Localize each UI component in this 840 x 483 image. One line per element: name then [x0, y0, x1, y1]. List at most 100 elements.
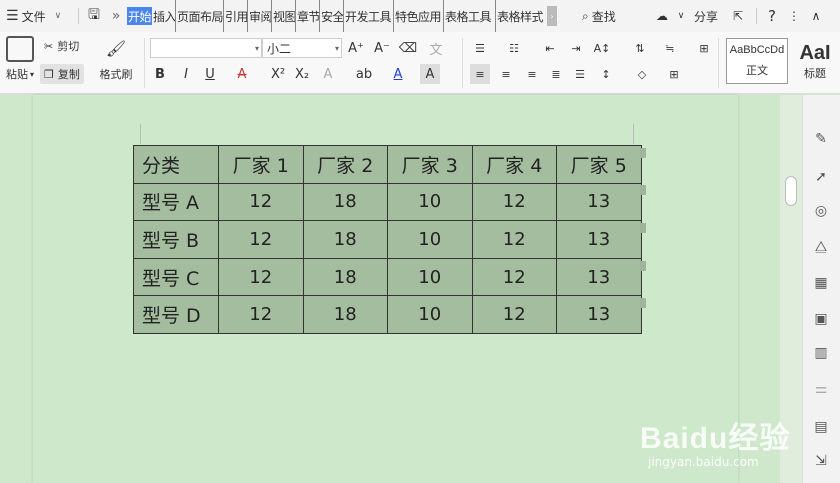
file-menu[interactable]: ☰ 文件 ∨: [0, 0, 74, 32]
line-spacing-icon[interactable]: ↕: [596, 64, 616, 84]
table-cell[interactable]: 型号 A: [133, 182, 219, 222]
table-cell[interactable]: 12: [218, 295, 304, 334]
table-cell[interactable]: 12: [218, 220, 304, 259]
table-cell[interactable]: 13: [556, 220, 642, 259]
font-color-icon[interactable]: A: [388, 64, 408, 84]
strikethrough-icon[interactable]: A: [232, 64, 252, 84]
table-insert-icon[interactable]: ⊞: [694, 38, 714, 58]
more-options-icon[interactable]: ⋮: [783, 0, 805, 32]
export-icon[interactable]: ⇱: [724, 0, 752, 32]
paste-icon[interactable]: [6, 36, 34, 62]
table-cell[interactable]: 型号 C: [133, 257, 219, 297]
table-cell[interactable]: 18: [302, 295, 388, 334]
search-button[interactable]: ⌕ 查找: [582, 0, 616, 32]
table-cell[interactable]: 型号 B: [133, 220, 219, 259]
table-cell[interactable]: 型号 D: [133, 295, 219, 334]
table-cell[interactable]: 13: [556, 295, 642, 334]
table-cell[interactable]: 12: [218, 257, 304, 297]
table-cell[interactable]: 厂家 1: [218, 145, 304, 184]
subscript-icon[interactable]: X₂: [292, 64, 312, 84]
format-painter-icon[interactable]: 🖌: [104, 36, 128, 60]
tab-developer[interactable]: 开发工具: [344, 0, 395, 32]
table-cell[interactable]: 13: [556, 257, 642, 297]
phonetic-guide-icon[interactable]: 文: [426, 38, 446, 58]
tab-table-tools[interactable]: 表格工具: [444, 0, 497, 32]
tab-home[interactable]: 开始: [127, 7, 153, 25]
table-cell[interactable]: 18: [302, 220, 388, 259]
bold-icon[interactable]: B: [150, 64, 170, 84]
chevron-down-icon[interactable]: ∨: [674, 0, 688, 32]
font-name-select[interactable]: ▾: [150, 38, 262, 58]
paste-button[interactable]: 粘贴 ▾: [0, 66, 40, 82]
table-cell[interactable]: 12: [471, 220, 557, 259]
cloud-sync-icon[interactable]: ☁: [650, 0, 674, 32]
copy-button[interactable]: ❐ 复制: [40, 64, 84, 84]
clear-format-icon[interactable]: ⌫: [398, 38, 418, 58]
collapse-ribbon-icon[interactable]: ∧: [805, 0, 827, 32]
save-icon[interactable]: 🖫: [83, 0, 105, 32]
share-button[interactable]: 分享: [688, 0, 724, 32]
align-left-icon[interactable]: ≡: [470, 64, 490, 84]
justify-icon[interactable]: ≣: [546, 64, 566, 84]
shading-icon[interactable]: ◇: [632, 64, 652, 84]
format-painter-button[interactable]: 格式刷: [96, 66, 136, 82]
table-cell[interactable]: 13: [556, 182, 642, 222]
grow-font-icon[interactable]: A⁺: [346, 38, 366, 58]
table-cell[interactable]: 10: [387, 182, 473, 222]
borders-icon[interactable]: ⊞: [664, 64, 684, 84]
table-cell[interactable]: 厂家 5: [556, 145, 642, 184]
sort-icon[interactable]: ⇅: [630, 38, 650, 58]
table-cell[interactable]: 厂家 2: [302, 145, 388, 184]
table-cell[interactable]: 10: [387, 257, 473, 297]
grid-apps-icon[interactable]: ▣: [810, 308, 832, 330]
cut-button[interactable]: ✂ 剪切: [44, 38, 79, 54]
align-right-icon[interactable]: ≡: [522, 64, 542, 84]
sliders-icon[interactable]: ⚌: [810, 378, 832, 400]
table-cell[interactable]: 12: [218, 182, 304, 222]
tab-review[interactable]: 审阅: [248, 0, 273, 32]
text-direction-icon[interactable]: A↕: [592, 38, 612, 58]
line-spacing-toggle-icon[interactable]: ≒: [660, 38, 680, 58]
text-effect-icon[interactable]: A: [318, 64, 338, 84]
table-cell[interactable]: 12: [471, 182, 557, 222]
superscript-icon[interactable]: X²: [268, 64, 288, 84]
numbered-list-icon[interactable]: ☷: [504, 38, 524, 58]
tab-chapter[interactable]: 章节: [296, 0, 321, 32]
shrink-font-icon[interactable]: A⁻: [372, 38, 392, 58]
table-cell[interactable]: 分类: [133, 145, 219, 184]
table-icon[interactable]: ▦: [810, 272, 832, 294]
table-cell[interactable]: 12: [471, 295, 557, 334]
table-cell[interactable]: 18: [302, 257, 388, 297]
tab-scroll-right-icon[interactable]: ›: [547, 6, 558, 26]
style-heading[interactable]: AaI 标题: [790, 38, 840, 84]
chart-icon[interactable]: ▥: [810, 342, 832, 364]
tab-security[interactable]: 安全: [320, 0, 345, 32]
distribute-icon[interactable]: ☰: [570, 64, 590, 84]
cursor-select-icon[interactable]: ➚: [810, 166, 832, 188]
highlight-icon[interactable]: ab: [354, 64, 374, 84]
tab-table-style[interactable]: 表格样式: [496, 0, 544, 32]
table-cell[interactable]: 厂家 3: [387, 145, 473, 184]
tab-insert[interactable]: 插入: [152, 0, 177, 32]
align-center-icon[interactable]: ≡: [496, 64, 516, 84]
decrease-indent-icon[interactable]: ⇤: [540, 38, 560, 58]
table-row-resize-handle[interactable]: [640, 298, 646, 308]
table-cell[interactable]: 10: [387, 295, 473, 334]
table-cell[interactable]: 12: [471, 257, 557, 297]
pen-icon[interactable]: ✎: [810, 128, 832, 150]
tab-features[interactable]: 特色应用: [394, 0, 445, 32]
scrollbar-thumb[interactable]: [785, 176, 797, 206]
increase-indent-icon[interactable]: ⇥: [566, 38, 586, 58]
help-icon[interactable]: ?: [761, 0, 783, 32]
char-shading-icon[interactable]: A: [420, 64, 440, 84]
font-size-select[interactable]: 小二 ▾: [262, 38, 342, 58]
underline-icon[interactable]: U: [200, 64, 220, 84]
italic-icon[interactable]: I: [176, 64, 196, 84]
data-table[interactable]: 分类 厂家 1 厂家 2 厂家 3 厂家 4 厂家 5 型号 A 12 18 1…: [133, 145, 642, 334]
tab-references[interactable]: 引用: [224, 0, 249, 32]
shapes-icon[interactable]: ◎: [810, 200, 832, 222]
tab-view[interactable]: 视图: [272, 0, 297, 32]
table-cell[interactable]: 厂家 4: [471, 145, 557, 184]
tab-page-layout[interactable]: 页面布局: [176, 0, 225, 32]
more-tabs-icon[interactable]: »: [105, 0, 127, 32]
